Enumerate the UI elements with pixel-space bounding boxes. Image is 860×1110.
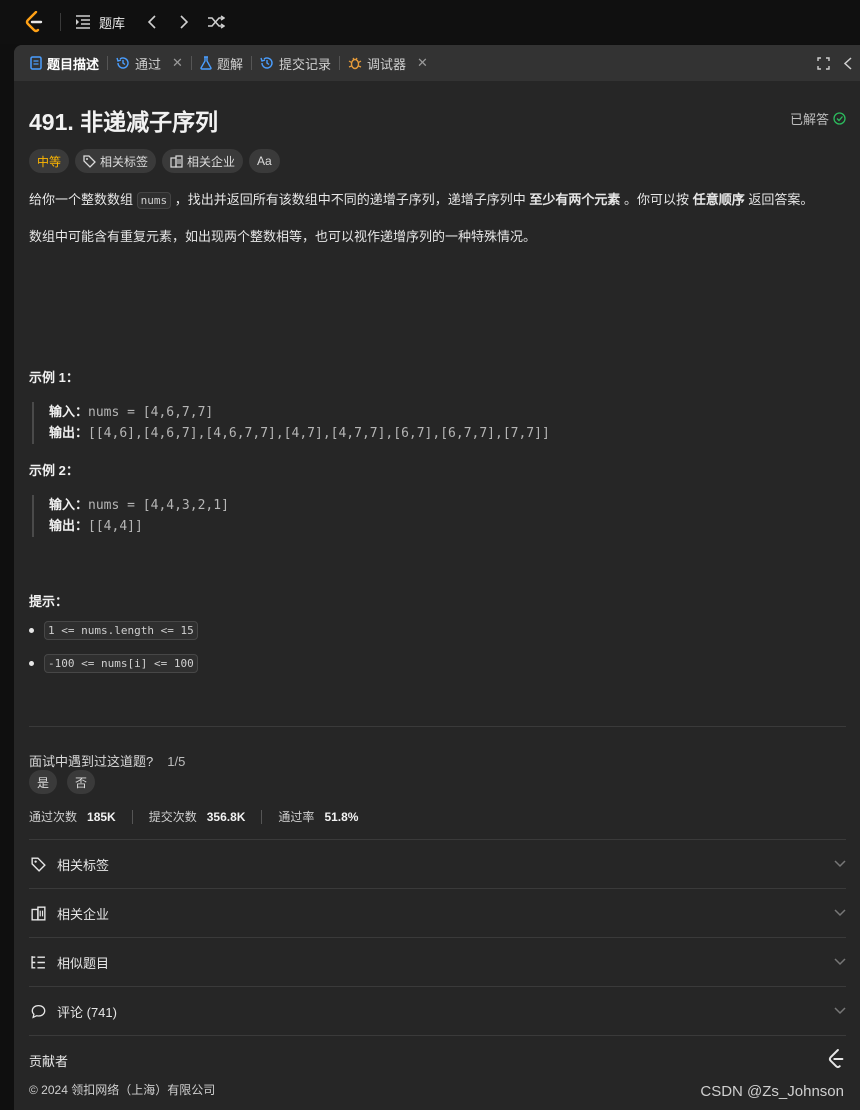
problem-chips: 中等 相关标签 相关企业 Aa (29, 149, 280, 173)
problem-description: 给你一个整数数组 nums ，找出并返回所有该数组中不同的递增子序列，递增子序列… (29, 189, 846, 262)
problem-list-label: 题库 (99, 15, 126, 31)
solved-status: 已解答 (790, 109, 846, 128)
constraint-item: -100 <= nums[i] <= 100 (29, 654, 198, 673)
tab-actions (817, 56, 860, 70)
accordion-tags[interactable]: 相关标签 (29, 840, 846, 888)
chevron-down-icon (834, 1007, 846, 1015)
difficulty-badge: 中等 (29, 149, 70, 173)
building-icon (170, 154, 183, 168)
check-circle-icon (833, 112, 846, 125)
example-title: 示例 2： (29, 463, 79, 478)
accordion-companies[interactable]: 相关企业 (29, 889, 846, 937)
flask-icon (200, 56, 212, 70)
shuffle-icon (208, 15, 226, 29)
fullscreen-icon[interactable] (817, 56, 830, 70)
leetcode-logo-icon (828, 1048, 846, 1072)
chevron-right-icon (180, 15, 189, 29)
bullet-dot (29, 628, 34, 633)
history-icon (260, 57, 273, 69)
tab-solutions[interactable]: 题解 (194, 45, 249, 81)
tab-description[interactable]: 题目描述 (24, 45, 105, 81)
leetcode-logo-icon[interactable] (24, 11, 46, 33)
example-block: 输入：nums = [4,6,7,7] 输出：[[4,6],[4,6,7],[4… (32, 402, 550, 444)
stats-row: 通过次数 185K 提交次数 356.8K 通过率 51.8% (29, 809, 359, 824)
csdn-watermark: CSDN @Zs_Johnson (700, 1083, 844, 1100)
tab-submissions[interactable]: 提交记录 (254, 45, 337, 81)
chevron-down-icon (834, 909, 846, 917)
list-indent-icon (76, 15, 90, 29)
prev-problem-button[interactable] (139, 9, 165, 35)
tags-chip[interactable]: 相关标签 (75, 149, 157, 173)
no-button[interactable]: 否 (67, 770, 95, 794)
bullet-dot (29, 661, 34, 666)
description-panel: 题目描述 通过 ✕ 题解 提交记录 调试器 ✕ 491. 非递减子序列 已解答 … (14, 45, 860, 1110)
interview-answer: 是 否 (29, 770, 95, 794)
example-block: 输入：nums = [4,4,3,2,1] 输出：[[4,4]] (32, 495, 229, 537)
translate-icon: Aa (257, 154, 272, 168)
chevron-down-icon (834, 860, 846, 868)
bug-icon (348, 57, 362, 70)
close-icon[interactable]: ✕ (172, 55, 183, 71)
tag-icon (30, 856, 46, 872)
tab-bar: 题目描述 通过 ✕ 题解 提交记录 调试器 ✕ (14, 45, 860, 81)
chevron-down-icon (834, 958, 846, 966)
copyright-footer: © 2024 领扣网络（上海）有限公司 (29, 1083, 216, 1097)
random-problem-button[interactable] (203, 9, 229, 35)
contributors-row[interactable]: 贡献者 (29, 1036, 846, 1084)
divider (131, 809, 133, 824)
collapse-icon[interactable] (844, 56, 852, 70)
description-paragraph: 给你一个整数数组 nums ，找出并返回所有该数组中不同的递增子序列，递增子序列… (29, 192, 814, 209)
tab-debugger[interactable]: 调试器 ✕ (342, 45, 434, 81)
building-icon (30, 905, 46, 921)
accordion-comments[interactable]: 评论 (741) (29, 987, 846, 1035)
divider (250, 56, 252, 70)
next-problem-button[interactable] (171, 9, 197, 35)
constraint-item: 1 <= nums.length <= 15 (29, 621, 198, 640)
accordion-similar[interactable]: 相似题目 (29, 938, 846, 986)
document-icon (30, 56, 42, 70)
constraints-title: 提示： (29, 594, 69, 609)
page-title: 491. 非递减子序列 (29, 109, 219, 135)
divider (190, 56, 192, 70)
description-paragraph: 数组中可能含有重复元素，如出现两个整数相等，也可以视作递增序列的一种特殊情况。 (29, 229, 537, 244)
divider (107, 56, 109, 70)
interview-question: 面试中遇到过这道题? 1/5 (29, 754, 186, 769)
top-bar: 题库 (0, 0, 860, 44)
translate-chip[interactable]: Aa (249, 149, 280, 173)
comment-icon (31, 1004, 45, 1019)
divider (29, 726, 846, 727)
divider (338, 56, 340, 70)
tag-icon (83, 154, 96, 168)
example-title: 示例 1： (29, 370, 79, 385)
list-tree-icon (30, 955, 45, 969)
yes-button[interactable]: 是 (29, 770, 57, 794)
divider (261, 809, 263, 824)
tab-accepted[interactable]: 通过 ✕ (110, 45, 189, 81)
inline-code: nums (136, 192, 172, 209)
close-icon[interactable]: ✕ (417, 55, 428, 71)
problem-list-button[interactable]: 题库 (75, 13, 125, 32)
companies-chip[interactable]: 相关企业 (162, 149, 244, 173)
history-icon (116, 57, 129, 69)
chevron-left-icon (147, 15, 156, 29)
divider (60, 13, 61, 31)
